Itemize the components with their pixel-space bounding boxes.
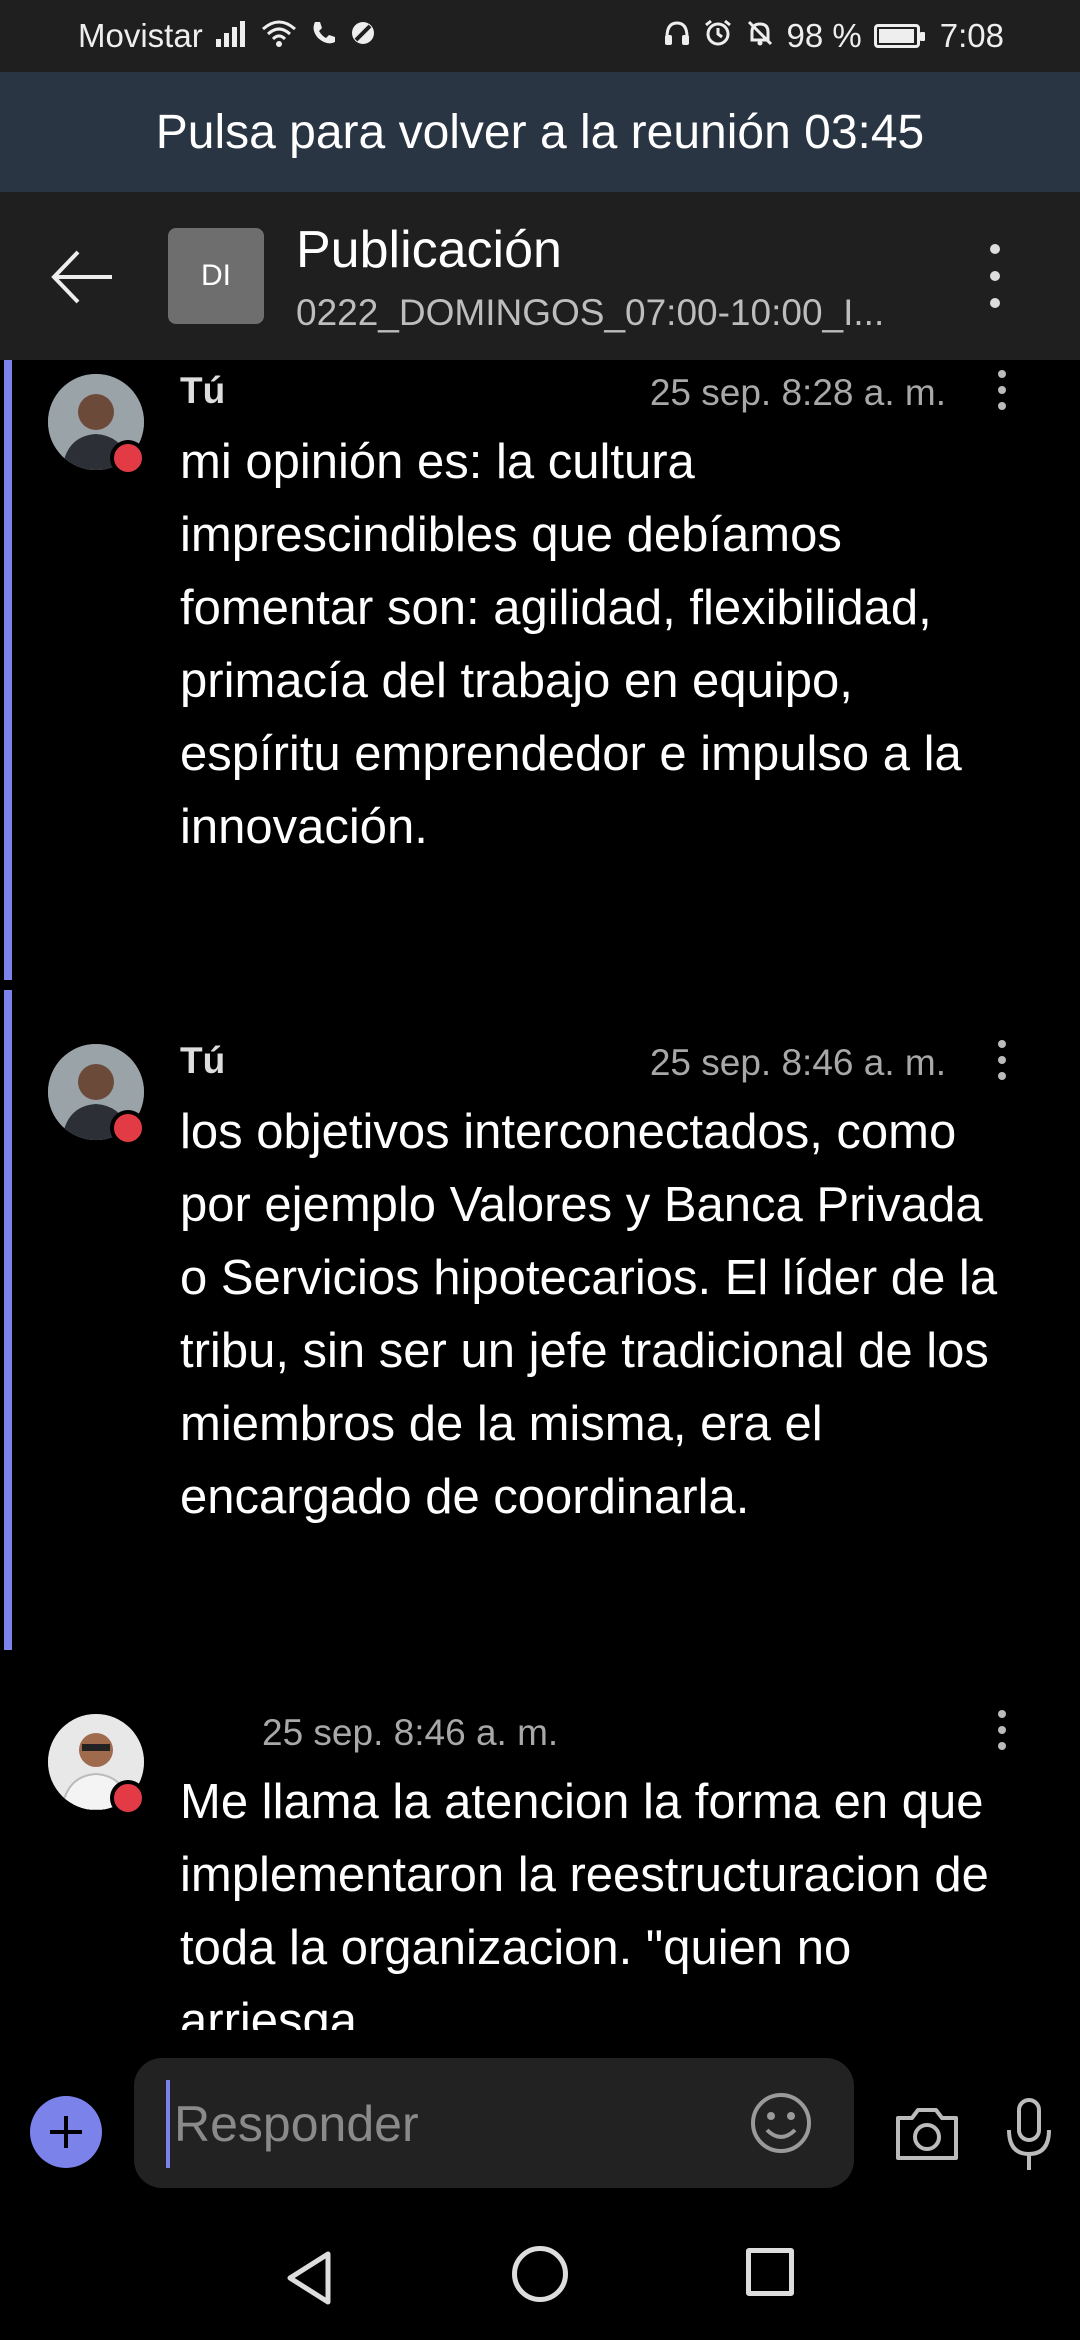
message-more-button[interactable] (996, 1040, 1008, 1080)
battery-percent: 98 % (786, 17, 862, 54)
more-dot (990, 271, 1000, 281)
channel-avatar[interactable]: DI (168, 228, 264, 324)
more-dot (998, 1742, 1006, 1750)
message-time: 25 sep. 8:46 a. m. (262, 1712, 559, 1753)
own-message-indicator (4, 360, 12, 980)
clock: 7:08 (939, 17, 1004, 54)
more-dot (998, 370, 1006, 378)
more-dot (998, 1056, 1006, 1064)
compose-bar (0, 2030, 1080, 2220)
message-time: 25 sep. 8:46 a. m. (649, 1042, 946, 1083)
page-title: Publicación (296, 221, 562, 279)
add-attachment-button[interactable] (30, 2096, 102, 2168)
message-item[interactable]: Tú 25 sep. 8:46 a. m. los objetivos inte… (0, 990, 1080, 1650)
own-message-indicator (4, 990, 12, 1650)
blocked-icon (349, 19, 377, 53)
return-to-meeting-text: Pulsa para volver a la reunión 03:45 (155, 105, 925, 159)
more-dot (998, 1710, 1006, 1718)
more-dot (990, 244, 1000, 254)
reply-field[interactable] (134, 2058, 854, 2188)
message-more-button[interactable] (996, 370, 1008, 410)
microphone-icon (1007, 2098, 1051, 2170)
more-dot (998, 1726, 1006, 1734)
camera-icon (896, 2108, 958, 2160)
headphones-icon (663, 19, 691, 53)
message-item[interactable]: 25 sep. 8:46 a. m. Me llama la atencion … (0, 1700, 1080, 2030)
status-left: Movistar (78, 17, 377, 55)
message-author: Tú (180, 1040, 226, 1081)
nav-home-button[interactable] (512, 2246, 568, 2302)
reply-input[interactable] (166, 2080, 736, 2168)
message-item[interactable]: Tú 25 sep. 8:28 a. m. mi opinión es: la … (0, 360, 1080, 980)
wifi-icon (261, 19, 297, 53)
nav-back-button[interactable] (280, 2248, 340, 2308)
microphone-button[interactable] (1004, 2096, 1054, 2174)
message-more-button[interactable] (996, 1710, 1008, 1750)
more-dot (998, 402, 1006, 410)
presence-busy-icon (110, 1780, 146, 1816)
channel-header: DI Publicación 0222_DOMINGOS_07:00-10:00… (0, 192, 1080, 360)
emoji-button[interactable] (748, 2090, 814, 2156)
more-dot (998, 1040, 1006, 1048)
triangle-back-icon (287, 2251, 331, 2305)
carrier-name: Movistar (78, 17, 203, 54)
message-time: 25 sep. 8:28 a. m. (649, 372, 946, 413)
status-bar: Movistar 98 % 7:08 (0, 0, 1080, 72)
arrow-left-icon (51, 250, 112, 304)
system-navigation-bar (0, 2220, 1080, 2340)
return-to-meeting-banner[interactable]: Pulsa para volver a la reunión 03:45 (0, 72, 1080, 192)
alarm-icon (703, 18, 733, 54)
phone-icon (309, 19, 337, 53)
more-options-button[interactable] (975, 244, 1015, 308)
message-author: Tú (180, 370, 226, 411)
more-dot (998, 1072, 1006, 1080)
channel-avatar-initials: DI (201, 259, 231, 292)
presence-busy-icon (110, 440, 146, 476)
emoji-icon (751, 2093, 811, 2153)
channel-name: 0222_DOMINGOS_07:00-10:00_I... (296, 292, 885, 333)
presence-busy-icon (110, 1110, 146, 1146)
message-text: mi opinión es: la cultura imprescindible… (180, 435, 962, 854)
nav-recents-button[interactable] (746, 2248, 794, 2296)
camera-button[interactable] (892, 2104, 962, 2164)
message-text: los objetivos interconectados, como por … (180, 1105, 998, 1524)
back-button[interactable] (48, 242, 118, 312)
message-text: Me llama la atencion la forma en que imp… (180, 1775, 989, 2030)
mute-notifications-icon (745, 18, 775, 54)
message-feed[interactable]: Tú 25 sep. 8:28 a. m. mi opinión es: la … (0, 360, 1080, 2030)
more-dot (990, 298, 1000, 308)
signal-icon (215, 19, 249, 53)
battery-icon (873, 24, 925, 48)
status-right: 98 % 7:08 (663, 17, 1004, 55)
more-dot (998, 386, 1006, 394)
plus-icon (50, 2116, 82, 2148)
